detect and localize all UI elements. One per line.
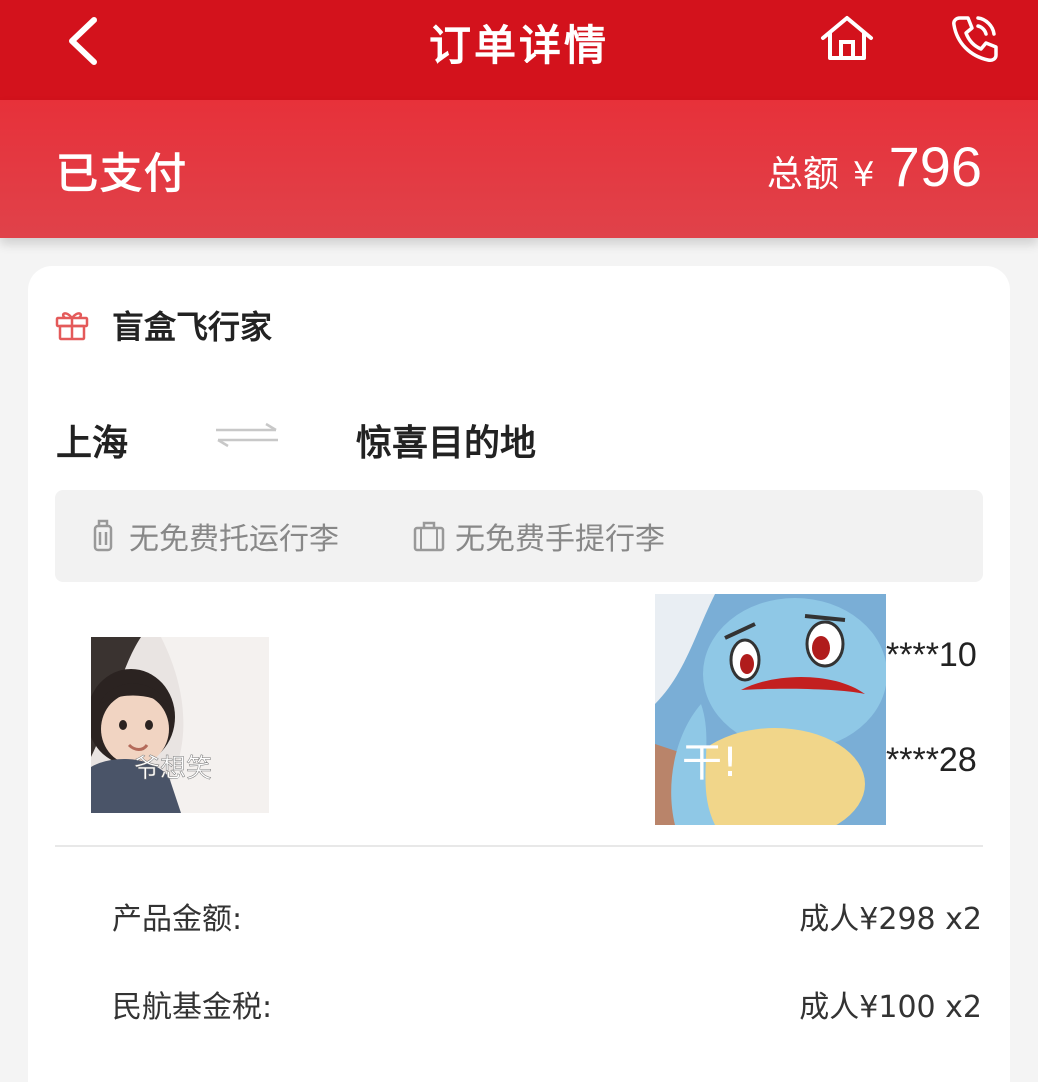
destination-city: 惊喜目的地	[356, 423, 537, 464]
product-amount-value: 成人¥298 x2	[799, 902, 982, 937]
top-nav-bar: 订单详情	[0, 0, 1038, 100]
baby-meme-caption: 爷想笑	[134, 754, 212, 784]
payment-status-band: 已支付 总额 ¥ 796	[0, 100, 1038, 238]
order-total: 总额 ¥ 796	[767, 134, 982, 199]
airport-tax-value: 成人¥100 x2	[799, 990, 982, 1025]
checked-baggage: 无免费托运行李	[87, 514, 339, 558]
section-divider	[55, 845, 983, 847]
passenger-id-2: ****28	[886, 741, 977, 779]
page-title: 订单详情	[428, 21, 609, 70]
squirtle-meme-caption: 干!	[682, 740, 738, 786]
home-icon	[821, 16, 873, 60]
suitcase-icon	[93, 519, 113, 552]
swap-arrows-icon	[216, 422, 278, 448]
carry-on-baggage: 无免费手提行李	[413, 514, 665, 558]
departure-city: 上海	[56, 423, 129, 464]
passenger-id-1: ****10	[886, 636, 977, 674]
airport-tax-label: 民航基金税:	[112, 990, 273, 1025]
baby-meme-image: 爷想笑	[91, 637, 269, 813]
payment-status: 已支付	[56, 149, 189, 198]
product-name: 盲盒飞行家	[112, 308, 273, 346]
gift-icon	[55, 312, 89, 341]
total-currency: ¥	[852, 155, 875, 195]
baggage-info: 无免费托运行李 无免费手提行李	[55, 490, 983, 582]
phone-icon	[952, 16, 998, 62]
checked-baggage-text: 无免费托运行李	[129, 522, 339, 557]
squirtle-meme-image: 干!	[655, 594, 886, 825]
total-amount: 796	[888, 135, 982, 198]
product-amount-label: 产品金额:	[112, 902, 243, 937]
home-button[interactable]	[818, 14, 876, 64]
total-label: 总额	[766, 154, 839, 195]
carry-on-baggage-text: 无免费手提行李	[455, 522, 665, 557]
briefcase-icon	[413, 521, 445, 552]
phone-button[interactable]	[950, 12, 1000, 64]
